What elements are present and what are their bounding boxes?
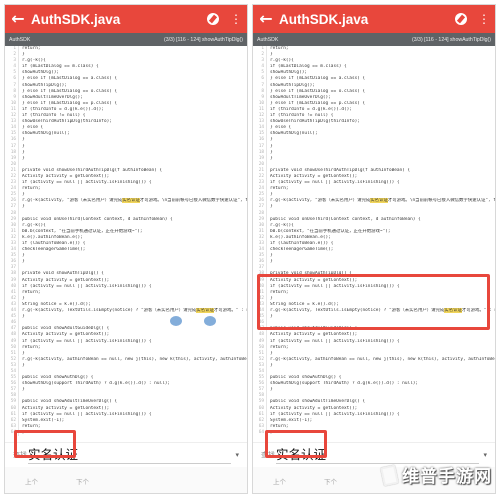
app-bar: ← AuthSDK.java ⋮ [5,5,247,33]
code-text: checkTeenagerGameTime(); [22,247,86,253]
code-text: return; [270,344,289,350]
app-bar: ← AuthSDK.java ⋮ [253,5,495,33]
file-title: AuthSDK.java [31,11,121,27]
code-text: return; [270,46,289,51]
more-menu-icon[interactable]: ⋮ [477,5,491,33]
search-match-highlight: 实名认证 [122,198,140,204]
search-match-highlight: 实名认证 [196,308,214,314]
code-text: } [22,155,25,161]
back-arrow-icon[interactable]: ← [253,5,279,33]
code-text: return; [22,423,41,429]
highlight-box-search [14,430,76,458]
file-title: AuthSDK.java [279,11,369,27]
code-line: 26 r.g(-k(activity, "游客（未实名用户）请完成实名认证才可游… [253,198,495,205]
code-text: if (activity == null || activity.isFinis… [270,180,400,186]
method-position-label: (3/3) [116 - 124] showAuthTipDlg() [412,36,491,43]
code-text: return; [22,289,41,295]
code-line: 44 r.g(-k(activity, TextUtils.isEmpty(no… [5,308,247,315]
highlight-box-search [265,430,327,458]
code-text: r.g(-k(activity, authInfoBean == null, n… [22,356,247,362]
code-text: if (activity == null || activity.isFinis… [22,283,152,289]
code-text: return; [22,344,41,350]
method-position-label: (3/3) [116 - 124] showAuthTipDlg() [164,36,243,43]
code-text: } [270,155,273,161]
code-text: if (activity == null || activity.isFinis… [270,338,400,344]
code-text: r.g(-k(activity, "游客（未实名用户）请完成实名认证才可游戏。\… [22,198,247,204]
source-code-area[interactable]: 1 return; 2 } 3 r.g(-k(){4 if (mLastDialog… [5,46,247,440]
code-text: return; [22,46,41,51]
code-text: } [270,387,273,393]
code-text: return; [22,186,41,192]
location-bar: AuthSDK (3/3) [116 - 124] showAuthTipDlg… [5,33,247,46]
class-name-label: AuthSDK [257,36,279,43]
code-text: if (activity == null || activity.isFinis… [22,338,152,344]
code-text: showAuthDlg(null); [270,131,318,137]
code-text: } [270,362,273,368]
search-match-highlight: 实名认证 [370,198,388,204]
location-bar: AuthSDK (3/3) [116 - 124] showAuthTipDlg… [253,33,495,46]
code-text: checkTeenagerGameTime(); [270,247,334,253]
code-text: return; [270,423,289,429]
code-text: return; [270,186,289,192]
source-code-area[interactable]: 1 return; 2 } 3 r.g(-k(){4 if (mLastDialog… [253,46,495,440]
chevron-down-icon[interactable]: ▾ [235,451,239,459]
prev-match-button[interactable]: 上个 [25,476,38,486]
code-text: } [22,259,25,265]
class-name-label: AuthSDK [9,36,31,43]
code-viewer-right: ← AuthSDK.java ⋮ AuthSDK (3/3) [116 - 12… [252,4,496,494]
touch-marker [170,316,182,326]
next-match-button[interactable]: 下个 [324,476,337,486]
phone-logo-icon [380,464,398,484]
code-text: r.g(-k(activity, "游客（未实名用户）请完成实名认证才可游戏。\… [270,198,495,204]
code-text: showAuthDlg(support ThirdAuth) ? d.g(k.e… [270,381,419,387]
code-line: 26 r.g(-k(activity, "游客（未实名用户）请完成实名认证才可游… [5,198,247,205]
next-match-button[interactable]: 下个 [76,476,89,486]
code-line: 52 r.g(-k(activity, authInfoBean == null… [5,356,247,363]
code-text: } [22,204,25,210]
compass-icon[interactable] [455,13,467,25]
code-text: } [22,362,25,368]
more-menu-icon[interactable]: ⋮ [229,5,243,33]
code-text: } [270,204,273,210]
touch-marker [204,316,216,326]
code-text: } [22,387,25,393]
search-nav: 上个 下个 [5,467,247,493]
code-line: 52 r.g(-k(activity, authInfoBean == null… [253,356,495,363]
code-viewer-left: ← AuthSDK.java ⋮ AuthSDK (3/3) [116 - 12… [4,4,248,494]
code-text: r.g(-k(activity, authInfoBean == null, n… [270,356,495,362]
code-text: showAuthDlg(null); [22,131,70,137]
prev-match-button[interactable]: 上个 [273,476,286,486]
back-arrow-icon[interactable]: ← [5,5,31,33]
code-text: } [270,259,273,265]
code-text: if (activity == null || activity.isFinis… [22,180,152,186]
compass-icon[interactable] [207,13,219,25]
watermark-text: 维普手游网 [402,466,492,487]
code-text: } [22,314,25,320]
site-watermark: 维普手游网 [380,452,496,496]
code-text: r.g(-k(activity, TextUtils.isEmpty(notic… [22,308,247,314]
highlight-box-code [257,274,490,330]
code-text: showAuthDlg(support ThirdAuth) ? d.g(k.e… [22,381,171,387]
